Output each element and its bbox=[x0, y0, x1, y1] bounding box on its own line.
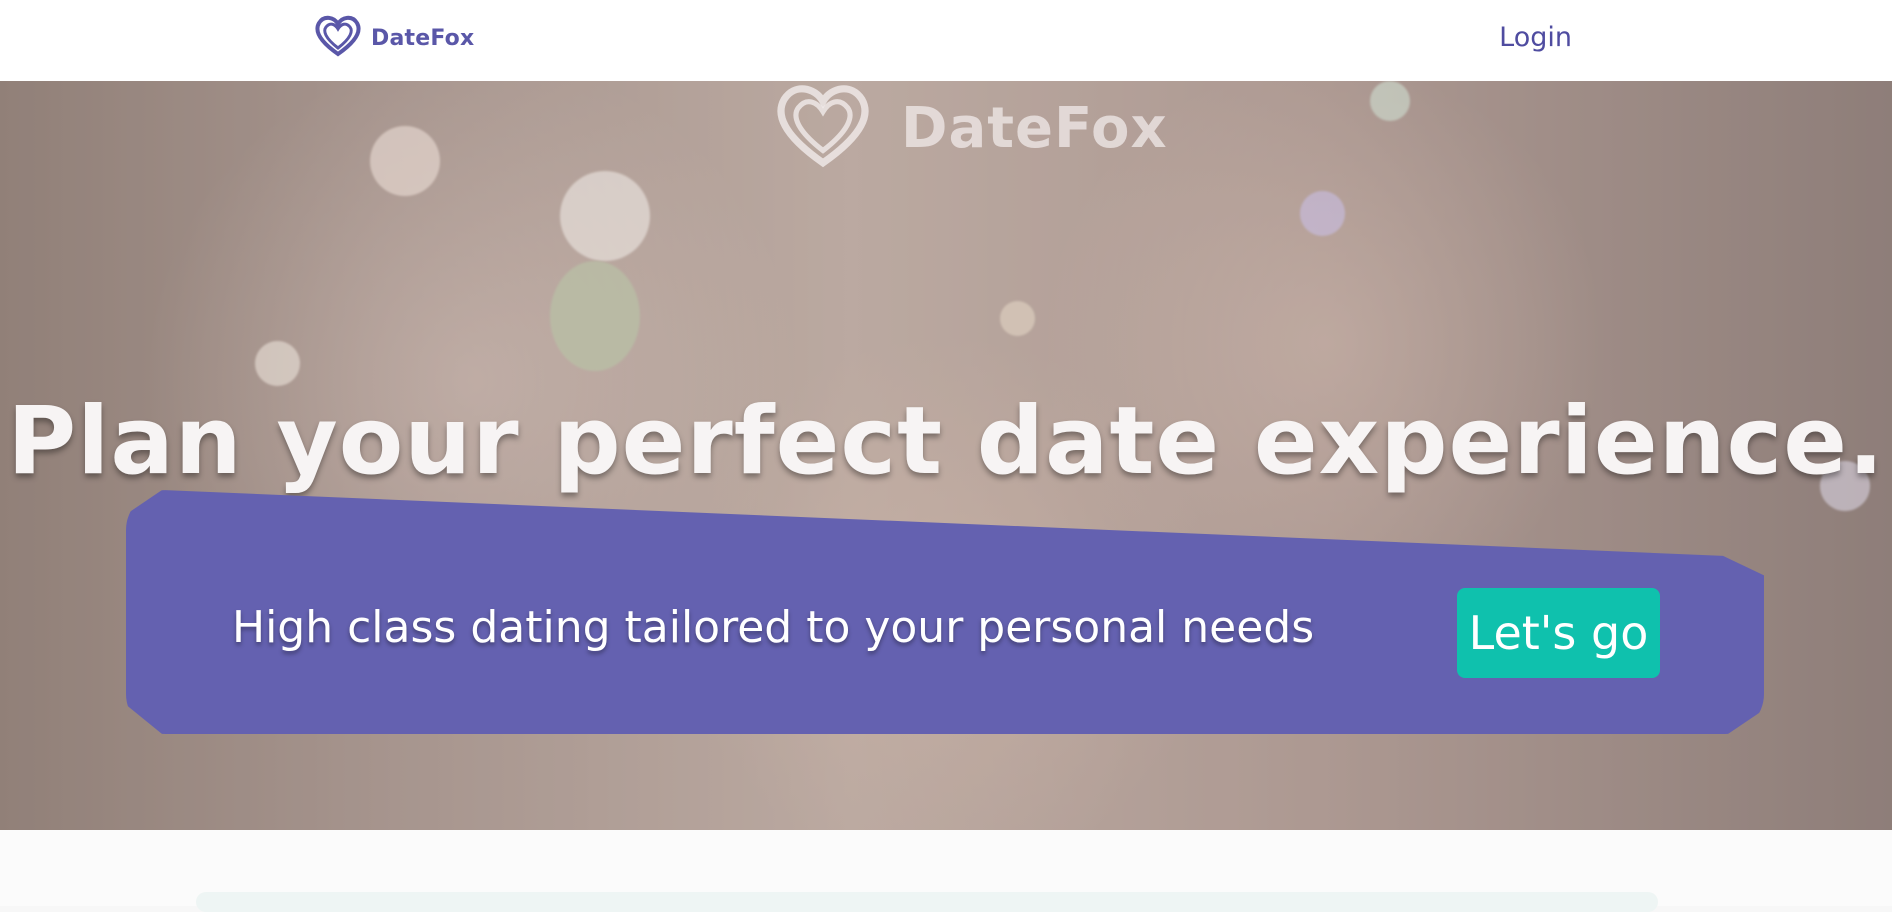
hero-tagline: High class dating tailored to your perso… bbox=[232, 602, 1315, 653]
hero-logo-text: DateFox bbox=[901, 95, 1168, 161]
brand-logo[interactable]: DateFox bbox=[313, 14, 474, 62]
lets-go-button[interactable]: Let's go bbox=[1457, 588, 1660, 678]
content-card bbox=[196, 892, 1658, 912]
top-navbar: DateFox Login bbox=[0, 0, 1892, 81]
brand-name: DateFox bbox=[371, 25, 475, 51]
heart-icon bbox=[313, 14, 363, 62]
hero-headline: Plan your perfect date experience. bbox=[7, 387, 1885, 496]
heart-icon bbox=[767, 81, 879, 175]
login-link[interactable]: Login bbox=[1499, 22, 1572, 53]
hero-logo: DateFox bbox=[767, 81, 1168, 175]
